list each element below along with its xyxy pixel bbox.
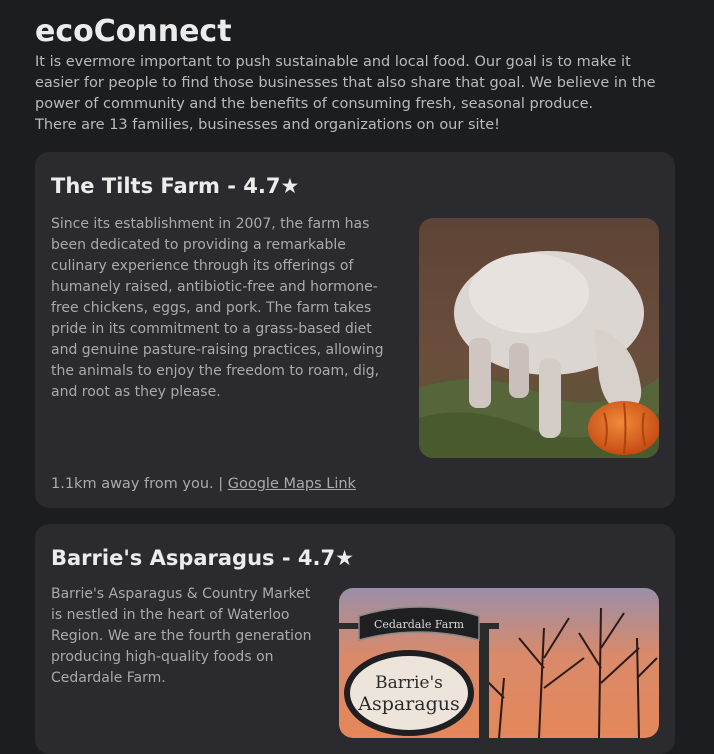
sign-main-line2: Asparagus bbox=[357, 693, 460, 715]
farm-sign-image: Cedardale Farm Barrie's Asparagus bbox=[339, 588, 659, 738]
listing-card: The Tilts Farm - 4.7★ Since its establis… bbox=[35, 152, 675, 508]
pig-with-pumpkin-image bbox=[419, 218, 659, 458]
listing-photo: Cedardale Farm Barrie's Asparagus bbox=[339, 588, 659, 738]
listing-description: Barrie's Asparagus & Country Market is n… bbox=[51, 586, 312, 686]
intro: It is evermore important to push sustain… bbox=[35, 52, 679, 136]
listing-card: Barrie's Asparagus - 4.7★ Barrie's Aspar… bbox=[35, 524, 675, 754]
sign-main-line1: Barrie's bbox=[375, 673, 443, 693]
page: ecoConnect It is evermore important to p… bbox=[0, 0, 714, 754]
listing-photo bbox=[419, 218, 659, 458]
intro-text: It is evermore important to push sustain… bbox=[35, 54, 656, 112]
distance-text: 1.1km away from you. | bbox=[51, 476, 224, 492]
listing-description: Since its establishment in 2007, the far… bbox=[51, 216, 384, 400]
google-maps-link[interactable]: Google Maps Link bbox=[228, 476, 356, 492]
sign-top-text: Cedardale Farm bbox=[374, 618, 465, 631]
listing-title: Barrie's Asparagus - 4.7★ bbox=[51, 546, 354, 570]
listing-footer: 1.1km away from you. | Google Maps Link bbox=[51, 476, 659, 492]
site-title: ecoConnect bbox=[35, 14, 232, 49]
listing-count: There are 13 families, businesses and or… bbox=[35, 117, 500, 133]
listing-title: The Tilts Farm - 4.7★ bbox=[51, 174, 300, 198]
